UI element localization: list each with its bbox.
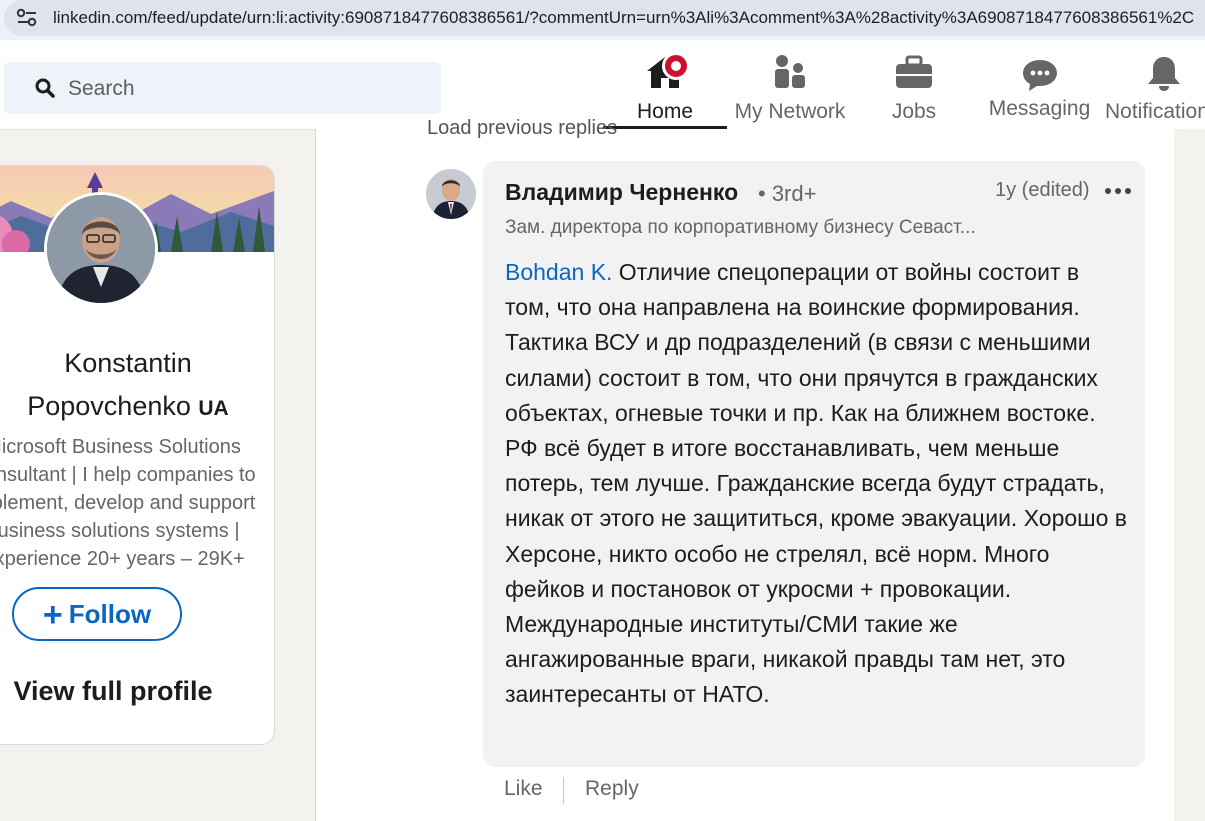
load-previous-replies-link[interactable]: Load previous replies — [427, 117, 617, 140]
profile-headline-line: implement, develop and support — [0, 492, 256, 514]
search-input[interactable] — [66, 70, 430, 108]
commenter-name[interactable]: Владимир Черненко — [505, 179, 738, 206]
comment-thread-panel: Load previous replies Владимир Черненко … — [315, 117, 1175, 821]
reply-button[interactable]: Reply — [585, 777, 639, 801]
commenter-avatar[interactable] — [426, 169, 476, 219]
profile-avatar[interactable] — [44, 192, 158, 306]
more-options-icon[interactable] — [1103, 179, 1133, 203]
mention-link[interactable]: Bohdan K. — [505, 259, 612, 285]
profile-headline-line: Consultant | I help companies to — [0, 464, 256, 486]
profile-photo — [47, 195, 155, 303]
search-icon — [35, 78, 55, 98]
search-box[interactable] — [4, 62, 441, 114]
follow-button[interactable]: + Follow — [12, 587, 182, 641]
nav-my-network-label: My Network — [734, 100, 846, 123]
site-settings-icon[interactable] — [16, 8, 38, 28]
profile-headline-line: Experience 20+ years – 29K+ — [0, 548, 245, 570]
comment-bubble: Владимир Черненко • 3rd+ 1y (edited) Зам… — [483, 161, 1145, 767]
profile-last-name: Popovchenko — [27, 391, 191, 421]
nav-home-label: Home — [636, 100, 694, 123]
network-icon — [775, 55, 805, 88]
nav-jobs-label: Jobs — [891, 100, 937, 123]
address-bar[interactable]: linkedin.com/feed/update/urn:li:activity… — [4, 0, 1205, 36]
follow-button-label: Follow — [68, 599, 152, 629]
commenter-headline: Зам. директора по корпоративному бизнесу… — [505, 217, 976, 238]
comment-text: Bohdan K. Отличие спецоперации от войны … — [505, 255, 1130, 713]
comment-body: Отличие спецоперации от войны состоит в … — [505, 259, 1127, 708]
nav-notifications-label: Notifications — [1105, 100, 1205, 123]
bell-icon — [1148, 57, 1180, 91]
profile-headline-line: business solutions systems | — [0, 520, 240, 542]
nav-home[interactable]: Home — [603, 40, 727, 129]
page: linkedin.com/feed/update/urn:li:activity… — [0, 0, 1205, 821]
nav-notifications[interactable]: Notifications — [1105, 40, 1205, 128]
chat-icon — [1022, 60, 1057, 91]
notification-badge — [662, 52, 690, 80]
profile-headline: Microsoft Business Solutions Consultant … — [0, 433, 263, 573]
profile-headline-line: Microsoft Business Solutions — [0, 436, 241, 458]
action-divider — [563, 777, 564, 804]
nav-messaging[interactable]: Messaging — [987, 40, 1092, 128]
comment-timestamp: 1y (edited) — [995, 179, 1090, 201]
profile-card: Konstantin Popovchenko UA Microsoft Busi… — [0, 165, 275, 745]
view-full-profile-link[interactable]: View full profile — [0, 676, 225, 707]
profile-last-name-row: Popovchenko UA — [1, 385, 255, 430]
nav-messaging-label: Messaging — [988, 97, 1091, 120]
url-text[interactable]: linkedin.com/feed/update/urn:li:activity… — [53, 8, 1194, 28]
connection-degree: • 3rd+ — [758, 181, 817, 206]
commenter-photo — [426, 169, 476, 219]
nav-my-network[interactable]: My Network — [730, 40, 850, 128]
page-background — [1174, 129, 1205, 821]
nav-jobs[interactable]: Jobs — [874, 40, 954, 128]
browser-toolbar: linkedin.com/feed/update/urn:li:activity… — [0, 0, 1205, 40]
profile-first-name: Konstantin — [64, 348, 192, 378]
profile-flag-badge: UA — [198, 397, 229, 420]
briefcase-icon — [896, 55, 932, 88]
like-button[interactable]: Like — [504, 777, 543, 801]
plus-icon: + — [42, 596, 63, 634]
profile-name[interactable]: Konstantin Popovchenko UA — [0, 342, 255, 430]
